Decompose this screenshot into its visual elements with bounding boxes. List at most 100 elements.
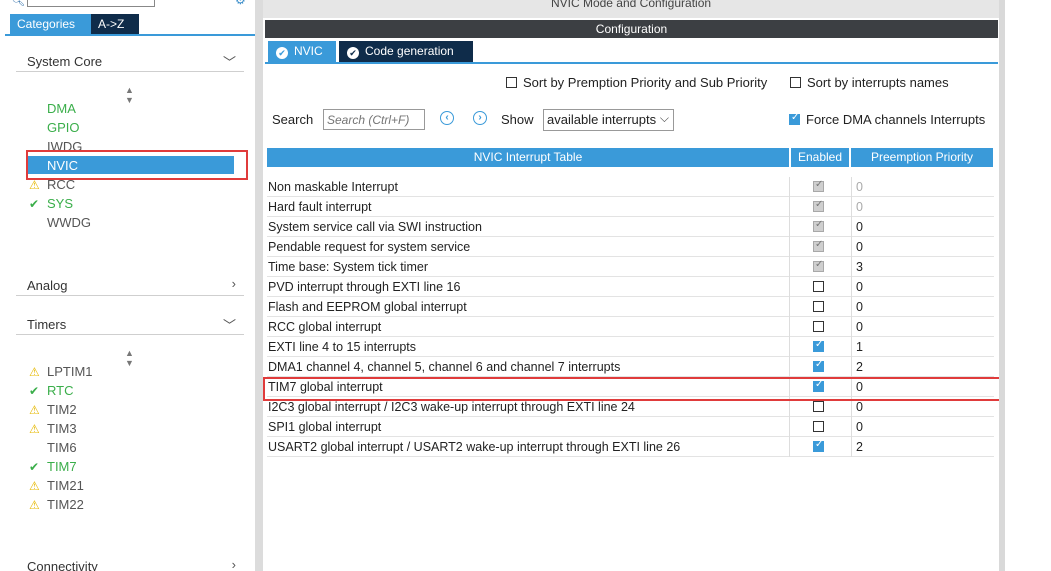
enabled-checkbox[interactable]: [813, 321, 824, 332]
enabled-checkbox[interactable]: [813, 439, 824, 452]
preemption-priority-value[interactable]: 0: [851, 237, 993, 257]
table-row[interactable]: PVD interrupt through EXTI line 16 0: [267, 277, 994, 297]
interrupt-name: Flash and EEPROM global interrupt: [268, 300, 467, 314]
show-filter-select[interactable]: available interrupts ⌵: [543, 109, 674, 131]
column-header-enabled[interactable]: Enabled: [791, 148, 849, 167]
table-row[interactable]: Non maskable Interrupt 0: [267, 177, 994, 197]
option-label: Sort by interrupts names: [807, 75, 949, 90]
enabled-checkbox[interactable]: [813, 339, 824, 352]
preemption-priority-value[interactable]: 0: [851, 297, 993, 317]
next-match-icon[interactable]: ›: [473, 111, 487, 125]
category-system-core[interactable]: System Core ﹀: [16, 52, 244, 72]
tab-label: Code generation: [365, 44, 454, 58]
sort-arrows-icon[interactable]: ▲ ▼: [125, 348, 134, 368]
category-item-rtc[interactable]: ✔ RTC: [29, 382, 73, 400]
enabled-checkbox[interactable]: [813, 401, 824, 412]
table-row[interactable]: USART2 global interrupt / USART2 wake-up…: [267, 437, 994, 457]
category-label: System Core: [27, 54, 103, 69]
preemption-priority-value[interactable]: 2: [851, 357, 993, 377]
category-item-tim22[interactable]: ⚠ TIM22: [29, 496, 84, 514]
enabled-checkbox: [813, 199, 824, 212]
column-header-interrupt[interactable]: NVIC Interrupt Table: [267, 148, 789, 167]
search-input[interactable]: [323, 109, 425, 130]
interrupt-name: PVD interrupt through EXTI line 16: [268, 280, 461, 294]
category-item-wwdg[interactable]: WWDG: [29, 214, 91, 232]
column-header-priority[interactable]: Preemption Priority: [851, 148, 993, 167]
preemption-priority-value[interactable]: 0: [851, 177, 993, 197]
column-divider: [789, 257, 790, 277]
scrollbar[interactable]: [999, 0, 1005, 571]
interrupt-name: USART2 global interrupt / USART2 wake-up…: [268, 440, 681, 454]
category-item-tim3[interactable]: ⚠ TIM3: [29, 420, 77, 438]
category-item-label: LPTIM1: [47, 364, 93, 379]
sort-by-names-option[interactable]: Sort by interrupts names: [790, 75, 949, 90]
preemption-priority-value[interactable]: 0: [851, 417, 993, 437]
category-timers[interactable]: Timers ﹀: [16, 315, 244, 335]
sort-by-names-checkbox[interactable]: [790, 77, 801, 88]
table-row[interactable]: RCC global interrupt 0: [267, 317, 994, 337]
force-dma-option[interactable]: Force DMA channels Interrupts: [789, 112, 985, 127]
preemption-priority-value[interactable]: 0: [851, 277, 993, 297]
tab-categories[interactable]: Categories: [10, 14, 91, 34]
table-row[interactable]: SPI1 global interrupt 0: [267, 417, 994, 437]
interrupt-name: Pendable request for system service: [268, 240, 471, 254]
category-search-input[interactable]: [27, 0, 155, 7]
enabled-checkbox: [813, 179, 824, 192]
table-row[interactable]: Flash and EEPROM global interrupt 0: [267, 297, 994, 317]
category-item-tim6[interactable]: TIM6: [29, 439, 77, 457]
preemption-priority-value[interactable]: 0: [851, 197, 993, 217]
category-item-lptim1[interactable]: ⚠ LPTIM1: [29, 363, 93, 381]
panel-divider[interactable]: [255, 0, 263, 571]
check-icon: ✔: [29, 384, 40, 398]
previous-match-icon[interactable]: ‹: [440, 111, 454, 125]
category-item-dma[interactable]: DMA: [29, 100, 76, 118]
enabled-checkbox[interactable]: [813, 281, 824, 292]
column-divider: [789, 237, 790, 257]
tab-nvic[interactable]: ✔ NVIC: [268, 41, 336, 62]
tab-code-generation[interactable]: ✔ Code generation: [339, 41, 473, 62]
tab-a-to-z[interactable]: A->Z: [91, 14, 139, 34]
enabled-checkbox[interactable]: [813, 301, 824, 312]
interrupt-name: SPI1 global interrupt: [268, 420, 382, 434]
table-row[interactable]: Time base: System tick timer 3: [267, 257, 994, 277]
gear-icon[interactable]: ⚙: [235, 0, 246, 7]
table-row[interactable]: Pendable request for system service 0: [267, 237, 994, 257]
chevron-down-icon: ⌵: [659, 111, 669, 125]
preemption-priority-value[interactable]: 3: [851, 257, 993, 277]
force-dma-checkbox[interactable]: [789, 112, 800, 125]
category-item-label: TIM3: [47, 421, 77, 436]
table-row[interactable]: Hard fault interrupt 0: [267, 197, 994, 217]
category-item-tim2[interactable]: ⚠ TIM2: [29, 401, 77, 419]
show-filter-value: available interrupts: [547, 112, 657, 127]
search-icon[interactable]: 🔍︎: [11, 0, 25, 7]
category-item-gpio[interactable]: GPIO: [29, 119, 80, 137]
category-item-sys[interactable]: ✔ SYS: [29, 195, 73, 213]
category-analog[interactable]: Analog ›: [16, 276, 244, 296]
table-row[interactable]: DMA1 channel 4, channel 5, channel 6 and…: [267, 357, 994, 377]
category-item-label: GPIO: [47, 120, 80, 135]
enabled-checkbox[interactable]: [813, 421, 824, 432]
sort-arrows-icon[interactable]: ▲ ▼: [125, 85, 134, 105]
column-divider: [789, 437, 790, 457]
category-item-label: TIM2: [47, 402, 77, 417]
column-divider: [789, 317, 790, 337]
category-item-label: TIM22: [47, 497, 84, 512]
column-divider: [789, 177, 790, 197]
preemption-priority-value[interactable]: 2: [851, 437, 993, 457]
sort-by-premption-option[interactable]: Sort by Premption Priority and Sub Prior…: [506, 75, 767, 90]
column-divider: [789, 197, 790, 217]
category-item-tim7[interactable]: ✔ TIM7: [29, 458, 77, 476]
category-connectivity[interactable]: Connectivity ›: [16, 557, 244, 571]
sort-by-premption-checkbox[interactable]: [506, 77, 517, 88]
preemption-priority-value[interactable]: 0: [851, 317, 993, 337]
category-item-tim21[interactable]: ⚠ TIM21: [29, 477, 84, 495]
highlight-box-nvic: [26, 150, 248, 180]
category-item-label: TIM6: [47, 440, 77, 455]
table-row[interactable]: EXTI line 4 to 15 interrupts 1: [267, 337, 994, 357]
configuration-title-bar: Configuration: [265, 20, 998, 38]
option-label: Sort by Premption Priority and Sub Prior…: [523, 75, 768, 90]
preemption-priority-value[interactable]: 0: [851, 217, 993, 237]
enabled-checkbox[interactable]: [813, 359, 824, 372]
preemption-priority-value[interactable]: 1: [851, 337, 993, 357]
table-row[interactable]: System service call via SWI instruction 0: [267, 217, 994, 237]
